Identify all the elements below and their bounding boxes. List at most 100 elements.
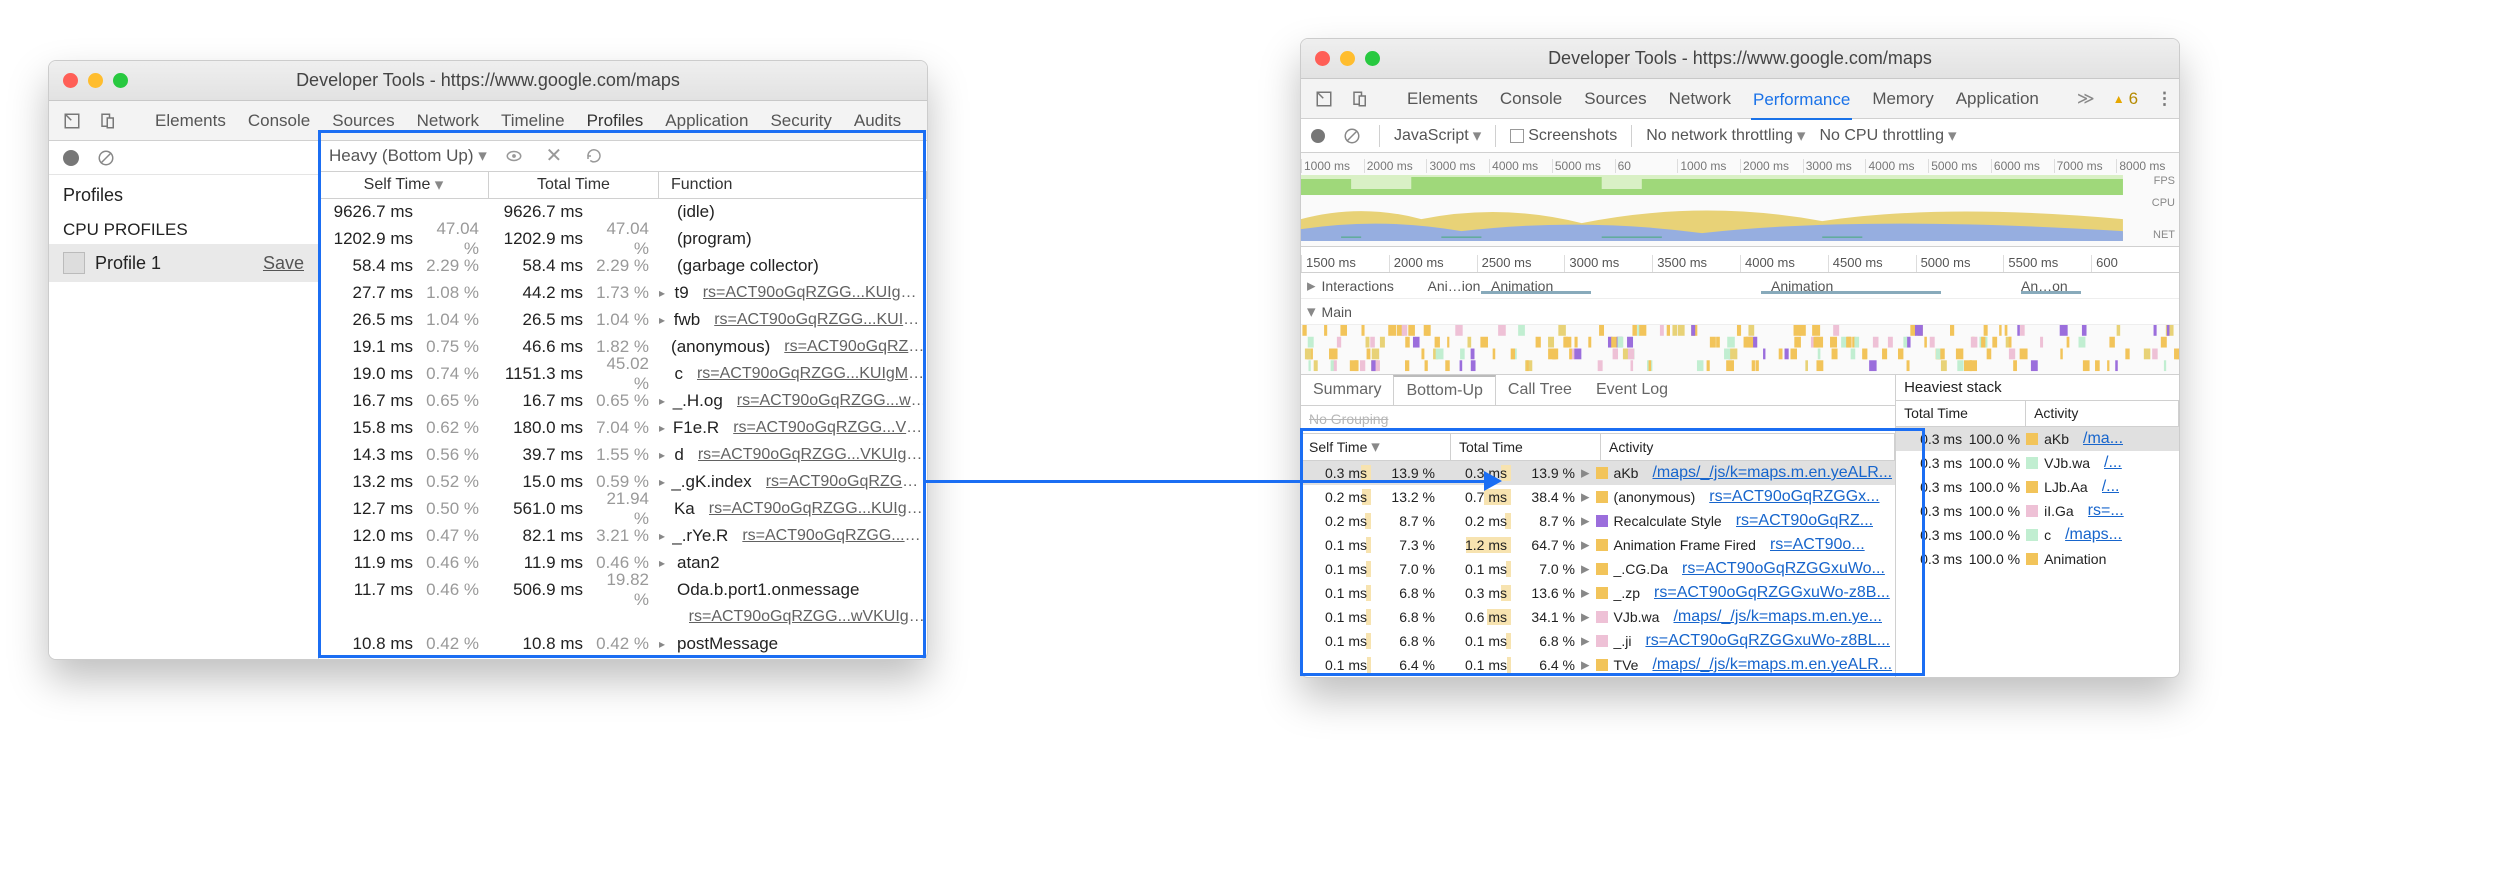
col-activity[interactable]: Activity [2026,401,2179,426]
expand-icon[interactable]: ▸ [1581,583,1590,603]
source-link[interactable]: /... [2104,454,2122,472]
tab-application[interactable]: Application [1954,85,2041,113]
table-row[interactable]: 19.0 ms0.74 %1151.3 ms45.02 %crs=ACT90oG… [319,361,927,388]
record-icon[interactable] [1311,129,1325,143]
cpu-throttle-dropdown[interactable]: No CPU throttling ▾ [1819,126,1956,146]
source-link[interactable]: /maps... [2065,526,2122,544]
main-track-header[interactable]: ▾ Main [1301,299,2179,325]
zoom-icon[interactable] [1365,51,1380,66]
col-total-time[interactable]: Total Time [1896,401,2026,426]
device-icon[interactable] [1351,88,1369,110]
clear-icon[interactable] [1339,125,1365,147]
expand-icon[interactable]: ▸ [1581,511,1590,531]
table-row[interactable]: 26.5 ms1.04 %26.5 ms1.04 %▸fwbrs=ACT90oG… [319,307,927,334]
collapse-icon[interactable]: ▾ [1307,302,1316,322]
table-row[interactable]: 58.4 ms2.29 %58.4 ms2.29 %(garbage colle… [319,253,927,280]
tab-summary[interactable]: Summary [1301,375,1393,405]
overview-timeline[interactable]: 1000 ms2000 ms3000 ms4000 ms5000 ms60100… [1301,153,2179,247]
expand-icon[interactable]: ▸ [1581,655,1590,675]
source-link[interactable]: rs=ACT90oGqRZ... [1736,512,1873,530]
network-throttle-dropdown[interactable]: No network throttling ▾ [1646,126,1805,146]
source-link[interactable]: rs=... [2088,502,2124,520]
table-row[interactable]: 15.8 ms0.62 %180.0 ms7.04 %▸F1e.Rrs=ACT9… [319,415,927,442]
tab-elements[interactable]: Elements [153,107,228,135]
source-link[interactable]: rs=ACT90oGqRZGG...wVKUIgM95Hw:593 [742,527,927,545]
table-row[interactable]: 0.1 ms 6.8 % 0.3 ms 13.6 % ▸_.zprs=ACT90… [1301,581,1895,605]
source-link[interactable]: rs=ACT90oGqRZGG...wVKUIgM95Hw:88 [689,608,927,626]
source-link[interactable]: rs=ACT90oGqRZGG...VKUIgM95Hw:389 [698,446,927,464]
source-link[interactable]: rs=ACT90oGqRZGG...wVKUIgM95Hw:381 [766,473,927,491]
table-row[interactable]: 0.1 ms 6.4 % 0.1 ms 6.4 % ▸TVe/maps/_/js… [1301,653,1895,677]
tab-security[interactable]: Security [768,107,833,135]
expand-icon[interactable]: ▸ [1581,631,1590,651]
expand-icon[interactable]: ▸ [1307,276,1316,296]
source-link[interactable]: rs=ACT90oGqRZGGxuWo... [1682,560,1885,578]
expand-icon[interactable]: ▸ [1581,487,1590,507]
flamegraph[interactable] [1301,325,2179,375]
save-link[interactable]: Save [263,253,304,274]
focus-icon[interactable] [501,145,527,167]
interactions-track[interactable]: ▸ Interactions Ani…ion Animation Animati… [1301,273,2179,299]
tab-bottom-up[interactable]: Bottom-Up [1393,375,1495,405]
minimize-icon[interactable] [1340,51,1355,66]
tab-elements[interactable]: Elements [1405,85,1480,113]
tab-console[interactable]: Console [246,107,312,135]
table-row[interactable]: 0.2 ms 8.7 % 0.2 ms 8.7 % ▸Recalculate S… [1301,509,1895,533]
tab-application[interactable]: Application [663,107,750,135]
source-link[interactable]: rs=ACT90o... [1770,536,1865,554]
overflow-menu-icon[interactable]: ⋮ [2156,89,2173,109]
source-link[interactable]: /maps/_/js/k=maps.m.en.yeALR... [1652,464,1892,482]
table-row[interactable]: 0.3 ms100.0 %aKb/ma... [1896,427,2179,451]
source-link[interactable]: /maps/_/js/k=maps.m.en.yeALR... [1652,656,1892,674]
tab-performance[interactable]: Performance [1751,86,1852,120]
source-link[interactable]: rs=ACT90oGqRZGGxuWo-z8B... [1654,584,1890,602]
zoom-icon[interactable] [113,73,128,88]
table-row[interactable]: 0.1 ms 7.3 % 1.2 ms 64.7 % ▸Animation Fr… [1301,533,1895,557]
inspect-icon[interactable] [63,110,81,132]
table-row[interactable]: 10.7 ms0.42 %10.7 ms0.42 %▸texSubImage2D [319,658,927,659]
expand-icon[interactable]: ▸ [1581,607,1590,627]
inspect-icon[interactable] [1315,88,1333,110]
view-dropdown[interactable]: Heavy (Bottom Up) ▾ [329,146,487,166]
profile-item[interactable]: Profile 1 Save [49,244,318,282]
expand-icon[interactable]: ▸ [1581,535,1590,555]
tab-call-tree[interactable]: Call Tree [1496,375,1584,405]
source-link[interactable]: rs=ACT90oGqRZGGxuWo-z8BL... [1645,632,1890,650]
col-total-time[interactable]: Total Time [489,172,659,198]
tab-event-log[interactable]: Event Log [1584,375,1680,405]
record-icon[interactable] [63,150,79,166]
table-row[interactable]: 14.3 ms0.56 %39.7 ms1.55 %▸drs=ACT90oGqR… [319,442,927,469]
tab-sources[interactable]: Sources [1582,85,1648,113]
table-row[interactable]: 0.1 ms 6.8 % 0.6 ms 34.1 % ▸VJb.wa/maps/… [1301,605,1895,629]
table-row[interactable]: 0.3 ms100.0 %LJb.Aa/... [1896,475,2179,499]
col-self-time[interactable]: Self Time ▾ [1301,434,1451,460]
table-row[interactable]: 0.2 ms 13.2 % 0.7 ms 38.4 % ▸(anonymous)… [1301,485,1895,509]
table-row[interactable]: 16.7 ms0.65 %16.7 ms0.65 %▸_.H.ogrs=ACT9… [319,388,927,415]
close-icon[interactable]: ✕ [541,145,567,167]
col-function[interactable]: Function [659,172,927,198]
table-row[interactable]: 0.1 ms 6.8 % 0.1 ms 6.8 % ▸_.jirs=ACT90o… [1301,629,1895,653]
table-row[interactable]: 0.3 ms100.0 %Animation [1896,547,2179,571]
tab-profiles[interactable]: Profiles [585,107,646,135]
close-icon[interactable] [63,73,78,88]
table-row[interactable]: 27.7 ms1.08 %44.2 ms1.73 %▸t9rs=ACT90oGq… [319,280,927,307]
source-link[interactable]: rs=ACT90oGqRZGG...KUIgM95Hw:1661 [714,311,927,329]
device-icon[interactable] [99,110,117,132]
table-row[interactable]: 0.3 ms100.0 %iI.Gars=... [1896,499,2179,523]
source-link[interactable]: rs=ACT90oGqRZGG...KUIgM95Hw:1929 [697,365,927,383]
tab-timeline[interactable]: Timeline [499,107,567,135]
table-row[interactable]: 12.7 ms0.50 %561.0 ms21.94 %Kars=ACT90oG… [319,496,927,523]
table-row[interactable]: 11.7 ms0.46 %506.9 ms19.82 %Oda.b.port1.… [319,577,927,604]
source-link[interactable]: rs=ACT90oGqRZGG...KUIgM95Hw:713 [703,284,927,302]
source-link[interactable]: rs=ACT90oGqRZGG...wVKUIgM95Hw:78 [737,392,927,410]
source-link[interactable]: /maps/_/js/k=maps.m.en.ye... [1673,608,1882,626]
profile-type-dropdown[interactable]: JavaScript ▾ [1394,126,1481,146]
table-row[interactable]: 0.3 ms100.0 %VJb.wa/... [1896,451,2179,475]
expand-icon[interactable]: ▸ [1581,559,1590,579]
table-row[interactable]: 10.8 ms0.42 %10.8 ms0.42 %▸postMessage [319,631,927,658]
screenshots-checkbox[interactable]: Screenshots [1510,127,1617,145]
source-link[interactable]: rs=ACT90oGqRZGGx... [1709,488,1879,506]
tab-console[interactable]: Console [1498,85,1564,113]
close-icon[interactable] [1315,51,1330,66]
tab-network[interactable]: Network [415,107,481,135]
